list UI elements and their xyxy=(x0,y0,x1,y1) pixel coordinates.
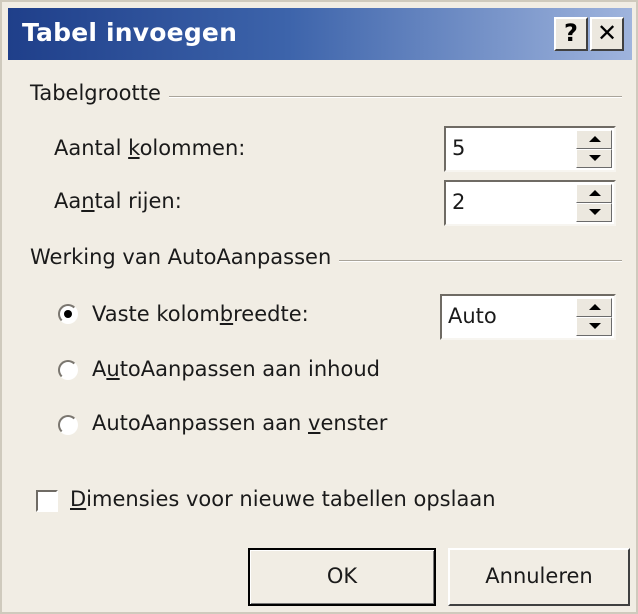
radio-selected-dot xyxy=(64,310,72,318)
fixed-width-spin-arrows xyxy=(576,298,612,336)
rows-increment-button[interactable] xyxy=(576,184,612,203)
autofit-window-label-text: AutoAanpassen aan xyxy=(92,411,309,435)
rows-value[interactable]: 2 xyxy=(452,190,465,214)
rows-label-accesskey: n xyxy=(81,189,95,213)
columns-increment-button[interactable] xyxy=(576,130,612,149)
columns-label: Aantal kolommen: xyxy=(54,136,245,160)
arrow-up-icon xyxy=(589,190,601,196)
remember-dimensions-accesskey: D xyxy=(70,487,87,511)
rows-label: Aantal rijen: xyxy=(54,189,182,213)
fixed-width-label-text-rest: reedte: xyxy=(233,302,309,326)
close-icon: ✕ xyxy=(596,19,618,47)
cancel-button[interactable]: Annuleren xyxy=(448,548,630,606)
columns-spinbox[interactable]: 5 xyxy=(444,126,616,172)
dialog-title: Tabel invoegen xyxy=(22,18,238,47)
rows-label-text: Aa xyxy=(54,189,82,213)
ok-button[interactable]: OK xyxy=(248,548,436,606)
autofit-content-label-text: A xyxy=(92,357,107,381)
autofit-content-radio[interactable] xyxy=(58,360,78,380)
autofit-window-label-accesskey: v xyxy=(308,411,321,435)
arrow-down-icon xyxy=(589,155,601,161)
columns-value[interactable]: 5 xyxy=(452,136,465,160)
arrow-down-icon xyxy=(589,209,601,215)
autofit-content-label[interactable]: AutoAanpassen aan inhoud xyxy=(92,357,380,381)
rows-spin-arrows xyxy=(576,184,612,222)
fixed-width-label-text: Vaste kolom xyxy=(92,302,220,326)
columns-label-text-rest: olommen: xyxy=(139,136,246,160)
rows-label-text-rest: tal rijen: xyxy=(94,189,182,213)
autofit-content-label-accesskey: u xyxy=(106,357,120,381)
fixed-width-decrement-button[interactable] xyxy=(576,317,612,336)
fixed-width-radio[interactable] xyxy=(58,304,78,324)
columns-decrement-button[interactable] xyxy=(576,149,612,168)
title-bar[interactable]: Tabel invoegen ? ✕ xyxy=(8,8,632,60)
insert-table-dialog: Tabel invoegen ? ✕ Tabelgrootte Aantal k… xyxy=(0,0,638,614)
remember-dimensions-label[interactable]: Dimensies voor nieuwe tabellen opslaan xyxy=(70,487,496,511)
rows-spinbox[interactable]: 2 xyxy=(444,180,616,226)
autofit-window-label[interactable]: AutoAanpassen aan venster xyxy=(92,411,387,435)
rows-decrement-button[interactable] xyxy=(576,203,612,222)
arrow-up-icon xyxy=(589,304,601,310)
columns-spin-arrows xyxy=(576,130,612,168)
autofit-window-label-text-rest: enster xyxy=(320,411,388,435)
autofit-group-label: Werking van AutoAanpassen xyxy=(30,245,340,269)
help-button[interactable]: ? xyxy=(554,17,588,51)
autofit-content-label-text-rest: toAanpassen aan inhoud xyxy=(119,357,380,381)
fixed-width-label[interactable]: Vaste kolombreedte: xyxy=(92,302,309,326)
columns-label-accesskey: k xyxy=(128,136,140,160)
autofit-window-radio[interactable] xyxy=(58,415,78,435)
arrow-up-icon xyxy=(589,136,601,142)
fixed-width-label-accesskey: b xyxy=(219,302,234,326)
close-button[interactable]: ✕ xyxy=(590,17,624,51)
fixed-width-increment-button[interactable] xyxy=(576,298,612,317)
remember-dimensions-label-text: imensies voor nieuwe tabellen opslaan xyxy=(86,487,496,511)
arrow-down-icon xyxy=(589,323,601,329)
fixed-width-spinbox[interactable]: Auto xyxy=(440,294,616,340)
remember-dimensions-checkbox[interactable] xyxy=(36,490,58,512)
fixed-width-value[interactable]: Auto xyxy=(448,304,497,328)
columns-label-text: Aantal xyxy=(54,136,129,160)
table-size-group-label: Tabelgrootte xyxy=(30,81,169,105)
